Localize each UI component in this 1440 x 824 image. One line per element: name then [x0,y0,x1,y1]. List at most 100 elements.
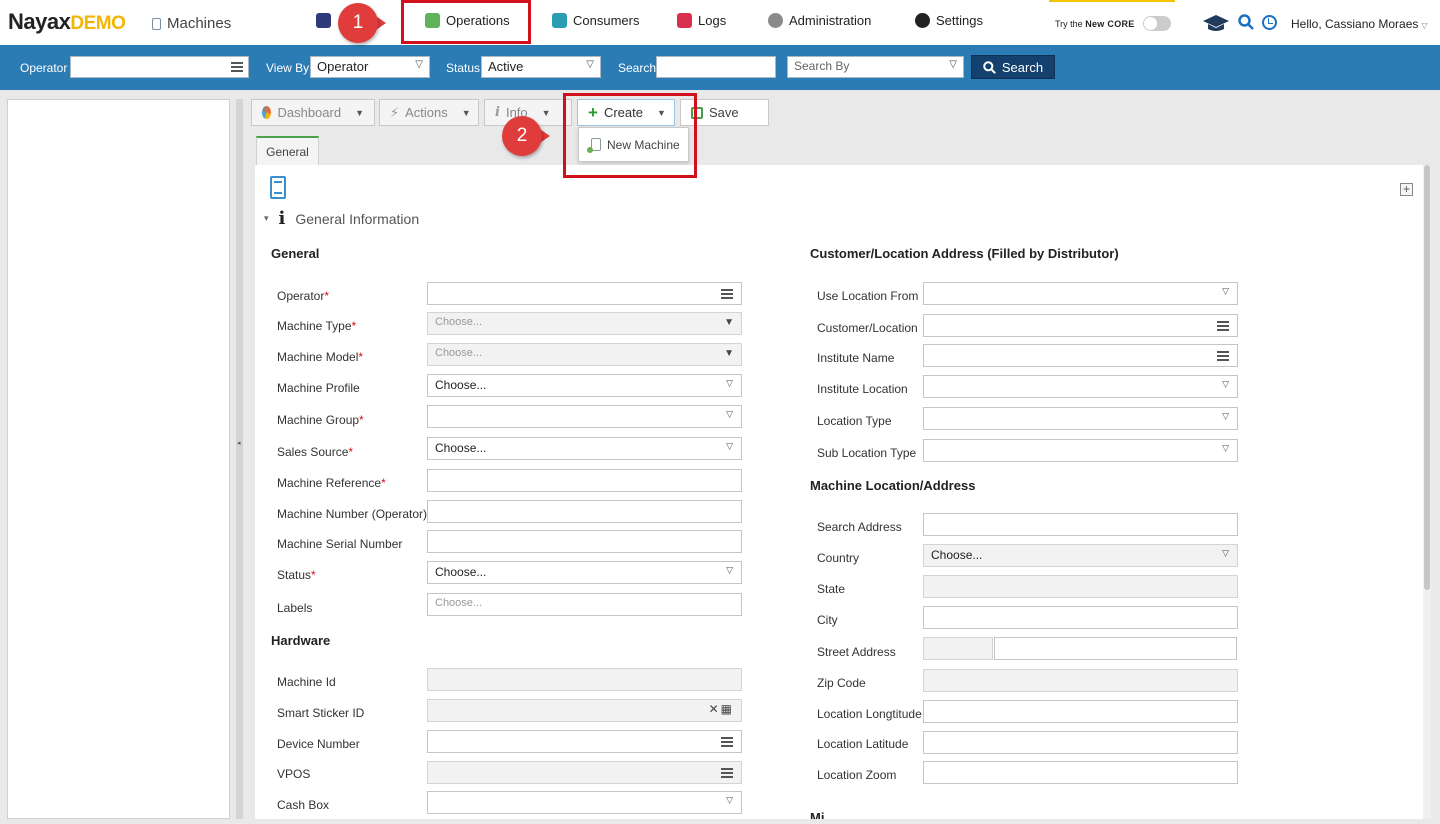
step-1-badge: 1 [338,3,386,43]
list-icon[interactable] [721,737,733,747]
search-filter-label: Search [618,61,657,75]
zip-code-field [923,669,1238,692]
location-latitude-field[interactable] [923,731,1238,754]
info-icon: i [495,105,500,120]
graduation-cap-icon[interactable] [1202,14,1230,32]
search-text-input[interactable] [656,56,776,78]
machine-reference-field[interactable] [427,469,742,492]
list-icon[interactable] [1217,321,1229,331]
labels-multiselect[interactable]: Choose... [427,593,742,616]
save-button-label: Save [709,105,739,120]
panel-splitter[interactable]: ◂ [236,99,243,819]
try-core-panel: Try the New CORE [1049,0,1175,45]
nav-administration-label: Administration [789,13,872,28]
search-address-field[interactable] [923,513,1238,536]
caret-down-icon: ▼ [724,317,734,328]
machine-model-select[interactable]: Choose... ▼ [427,343,742,366]
expand-plus-icon[interactable]: + [1400,183,1413,196]
nav-dashboard[interactable] [316,13,331,28]
smart-sticker-id-field[interactable]: ✕▦ [427,699,742,722]
dashboard-icon [316,13,331,28]
clear-and-qr-icon[interactable]: ✕▦ [709,702,734,716]
device-number-label: Device Number [277,737,360,751]
use-location-from-select[interactable]: ▽ [923,282,1238,305]
sub-location-type-select[interactable]: ▽ [923,439,1238,462]
machine-serial-number-label: Machine Serial Number [277,537,403,551]
machine-serial-number-field[interactable] [427,530,742,553]
dashboard-button[interactable]: Dashboard ▼ [251,99,375,126]
nav-logs[interactable]: Logs [677,13,726,28]
location-type-select[interactable]: ▽ [923,407,1238,430]
nav-settings[interactable]: Settings [915,13,983,28]
history-clock-icon[interactable] [1262,15,1277,30]
general-information-header[interactable]: ▾ i General Information [264,208,419,229]
nayax-logo[interactable]: NayaxDEMO [8,9,126,35]
machine-profile-label: Machine Profile [277,381,360,395]
customer-location-field[interactable] [923,314,1238,337]
institute-location-select[interactable]: ▽ [923,375,1238,398]
status-select[interactable]: Choose... ▽ [427,561,742,584]
institute-name-field[interactable] [923,344,1238,367]
machine-group-select[interactable]: ▽ [427,405,742,428]
nav-logs-label: Logs [698,13,727,28]
general-tab-content: + ▾ i General Information General Operat… [255,165,1423,819]
list-icon[interactable] [231,62,243,72]
location-longitude-field[interactable] [923,700,1238,723]
cash-box-label: Cash Box [277,798,330,812]
institute-name-label: Institute Name [817,351,895,365]
machine-profile-select[interactable]: Choose... ▽ [427,374,742,397]
machine-type-select[interactable]: Choose... ▼ [427,312,742,335]
search-address-label: Search Address [817,520,902,534]
nav-consumers[interactable]: Consumers [552,13,639,28]
page-title-label: Machines [167,15,232,32]
nav-administration[interactable]: Administration [768,13,871,28]
chevron-down-icon: ▽ [1421,21,1428,30]
search-button[interactable]: Search [971,55,1055,79]
machine-number-operator-label: Machine Number (Operator) [277,507,428,521]
device-number-field[interactable] [427,730,742,753]
status-label: Status* [277,568,316,582]
scrollbar-thumb[interactable] [1424,165,1430,590]
operator-label: Operator* [277,289,330,303]
user-menu[interactable]: Hello, Cassiano Moraes ▽ [1291,17,1428,31]
list-icon[interactable] [1217,351,1229,361]
status-filter-label: Status [446,61,481,75]
status-filter-select[interactable]: Active ▽ [481,56,601,78]
location-zoom-field[interactable] [923,761,1238,784]
labels-label: Labels [277,601,313,615]
country-select[interactable]: Choose... ▽ [923,544,1238,567]
machine-icon [152,17,161,30]
country-label: Country [817,551,860,565]
machine-number-operator-field[interactable] [427,500,742,523]
search-by-select[interactable]: Search By ▽ [787,56,964,78]
cash-box-select[interactable]: ▽ [427,791,742,814]
general-information-title: General Information [295,210,420,227]
consumers-icon [552,13,567,28]
city-field[interactable] [923,606,1238,629]
nav-consumers-label: Consumers [573,13,640,28]
tab-general[interactable]: General [256,136,319,166]
street-address-label: Street Address [817,645,896,659]
create-highlight-box [563,93,697,178]
machine-location-section-title: Machine Location/Address [810,478,976,493]
vpos-field[interactable] [427,761,742,784]
caret-down-icon: ▼ [461,107,471,118]
lightning-icon: ⚡ [390,104,400,120]
sub-location-type-label: Sub Location Type [817,446,917,460]
view-by-select[interactable]: Operator ▽ [310,56,430,78]
core-toggle[interactable] [1143,16,1171,31]
sales-source-select[interactable]: Choose... ▽ [427,437,742,460]
machine-model-label: Machine Model* [277,350,364,364]
machine-tree-panel[interactable] [7,99,230,819]
collapse-arrow-icon[interactable]: ◂ [237,439,241,447]
operator-field[interactable] [427,282,742,305]
street-address-field[interactable] [994,637,1237,660]
search-icon[interactable] [1238,14,1254,30]
location-type-label: Location Type [817,414,892,428]
operator-filter-input[interactable] [70,56,249,78]
content-scrollbar[interactable] [1423,165,1431,819]
list-icon[interactable] [721,768,733,778]
list-icon[interactable] [721,289,733,299]
chevron-down-icon: ▽ [586,59,594,70]
actions-button[interactable]: ⚡ Actions ▼ [379,99,479,126]
